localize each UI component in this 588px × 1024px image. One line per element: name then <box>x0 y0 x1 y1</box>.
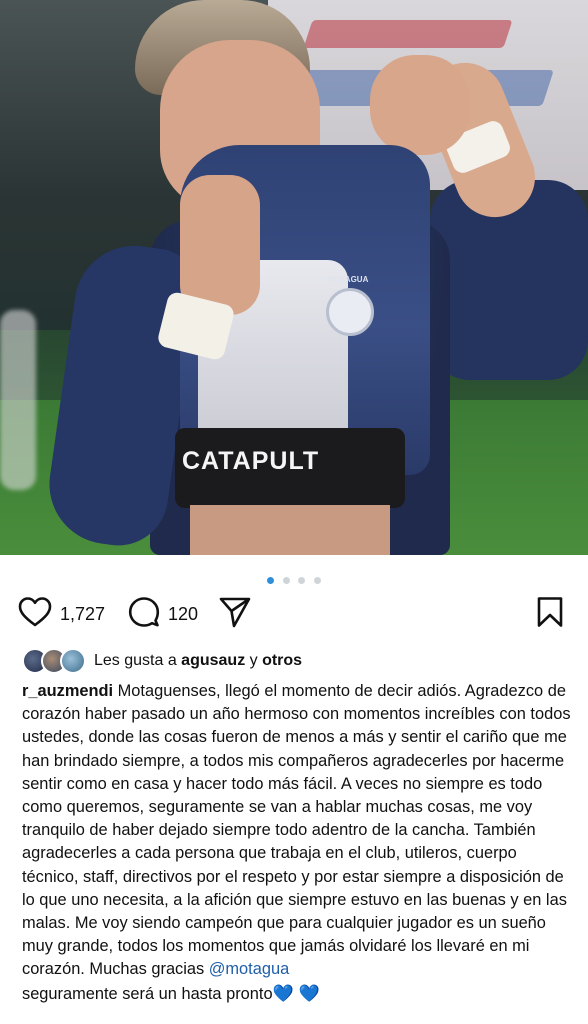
post-photo[interactable]: MOTAGUA CATAPULT <box>0 0 588 555</box>
comment-icon[interactable] <box>128 596 160 633</box>
likes-prefix: Les gusta a <box>94 652 182 669</box>
background-player <box>0 310 36 490</box>
vest-print: CATAPULT <box>182 447 320 475</box>
send-icon[interactable] <box>218 596 252 633</box>
comment-count: 120 <box>168 603 199 624</box>
carousel-dot <box>282 577 290 585</box>
post-caption: r_auzmendi Motaguenses, llegó el momento… <box>22 680 572 1006</box>
like-button[interactable]: 1,727 <box>18 596 105 632</box>
player-belly <box>190 505 390 555</box>
caption-text: Motaguenses, llegó el momento de decir a… <box>22 682 571 979</box>
bookmark-icon[interactable] <box>536 596 564 633</box>
liker-username[interactable]: agusauz <box>181 652 245 669</box>
carousel-indicator <box>0 572 588 585</box>
likes-connector: y <box>245 652 263 669</box>
caption-mention[interactable]: @motagua <box>209 960 289 978</box>
save-button[interactable] <box>536 596 564 632</box>
likes-text: Les gusta a agusauz y otros <box>94 652 302 670</box>
avatar <box>60 648 86 674</box>
share-button[interactable] <box>218 596 252 632</box>
likes-others[interactable]: otros <box>262 652 302 669</box>
likes-summary[interactable]: Les gusta a agusauz y otros <box>22 648 302 674</box>
carousel-dot <box>313 577 321 585</box>
comment-button[interactable]: 120 <box>128 596 198 632</box>
player-fist <box>370 55 470 155</box>
club-crest <box>326 288 374 336</box>
action-bar: 1,727 120 <box>0 596 588 632</box>
crest-label: MOTAGUA <box>327 275 369 284</box>
liker-avatars <box>22 648 86 674</box>
player-hand <box>180 175 260 315</box>
blue-heart-emoji: 💙 💙 <box>272 983 320 1003</box>
carousel-dot-active <box>267 577 275 585</box>
caption-closing: seguramente será un hasta pronto <box>22 984 273 1003</box>
heart-icon[interactable] <box>18 596 52 633</box>
carousel-dot <box>298 577 306 585</box>
caption-username[interactable]: r_auzmendi <box>22 682 113 700</box>
like-count: 1,727 <box>60 603 106 624</box>
